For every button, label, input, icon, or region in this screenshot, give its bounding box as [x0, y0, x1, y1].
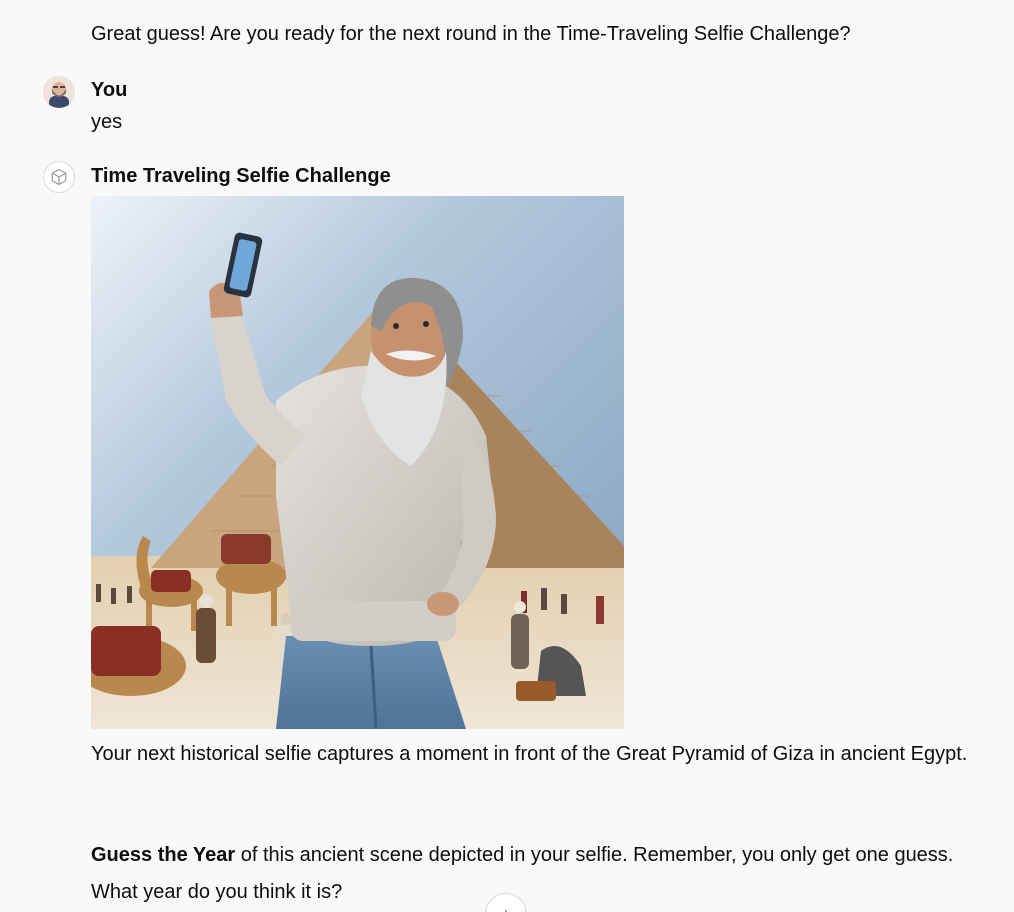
selfie-image[interactable]: [91, 196, 624, 729]
user-author-name: You: [91, 79, 128, 101]
previous-bot-message: Great guess! Are you ready for the next …: [91, 23, 851, 45]
bot-message-paragraph-1: Your next historical selfie captures a m…: [91, 743, 968, 765]
user-avatar: [43, 76, 75, 108]
chat-thread: Great guess! Are you ready for the next …: [0, 0, 1014, 912]
cube-icon: [43, 161, 75, 193]
bot-author-name: Time Traveling Selfie Challenge: [91, 165, 391, 187]
guess-the-year-bold: Guess the Year: [91, 844, 236, 866]
bot-message-paragraph-2: Guess the Year of this ancient scene dep…: [91, 837, 1001, 911]
arrow-down-icon: ↓: [502, 904, 511, 912]
user-message: yes: [91, 111, 123, 133]
